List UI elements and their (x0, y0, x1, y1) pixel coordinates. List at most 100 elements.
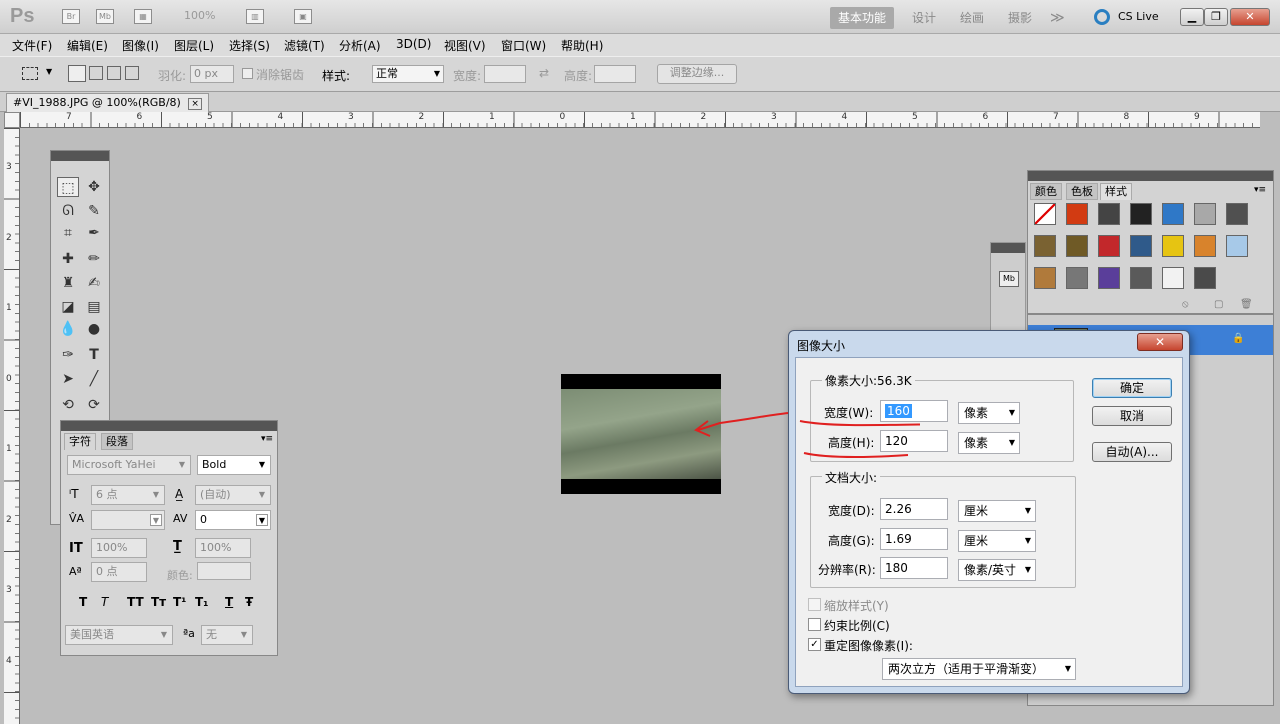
width-input[interactable] (484, 65, 526, 83)
height-input[interactable] (594, 65, 636, 83)
tool-preset-dropdown-icon[interactable]: ▼ (46, 67, 52, 76)
doc-height-input[interactable]: 1.69 (880, 528, 948, 550)
resolution-unit-select[interactable]: 像素/英寸 ▼ (958, 559, 1036, 581)
intersect-selection-icon[interactable] (125, 66, 139, 80)
menu-filter[interactable]: 滤镜(T) (284, 37, 325, 54)
eyedropper-tool-icon[interactable]: ✒ (83, 223, 105, 243)
dialog-close-button[interactable]: ✕ (1137, 333, 1183, 351)
tab-color[interactable]: 颜色 (1030, 183, 1062, 200)
marquee-tool-icon[interactable] (22, 67, 38, 80)
style-swatch[interactable] (1162, 267, 1184, 289)
vertical-scale-field[interactable]: 100% (91, 538, 147, 558)
horizontal-scale-field[interactable]: 100% (195, 538, 251, 558)
menu-3d[interactable]: 3D(D) (396, 37, 431, 51)
menu-window[interactable]: 窗口(W) (501, 37, 546, 54)
style-swatch[interactable] (1194, 267, 1216, 289)
brush-tool-icon[interactable]: ✏ (83, 249, 105, 269)
healing-tool-icon[interactable]: ✚ (57, 249, 79, 269)
doc-width-input[interactable]: 2.26 (880, 498, 948, 520)
minibridge-icon[interactable]: Mb (96, 9, 114, 24)
pixel-width-unit-select[interactable]: 像素 ▼ (958, 402, 1020, 424)
more-workspaces-icon[interactable]: ≫ (1042, 7, 1073, 29)
auto-button[interactable]: 自动(A)... (1092, 442, 1172, 462)
style-swatch[interactable] (1098, 235, 1120, 257)
faux-bold-button[interactable]: T (79, 595, 87, 609)
ok-button[interactable]: 确定 (1092, 378, 1172, 398)
arrange-documents-icon[interactable]: ▥ (246, 9, 264, 24)
menu-edit[interactable]: 编辑(E) (67, 37, 108, 54)
language-select[interactable]: 美国英语 ▼ (65, 625, 173, 645)
menu-analysis[interactable]: 分析(A) (339, 37, 381, 54)
menu-view[interactable]: 视图(V) (444, 37, 486, 54)
stamp-tool-icon[interactable]: ♜ (57, 273, 79, 293)
blur-tool-icon[interactable]: 💧 (57, 319, 79, 339)
style-swatch[interactable] (1066, 235, 1088, 257)
style-swatch[interactable] (1034, 267, 1056, 289)
panel-header[interactable] (51, 151, 109, 161)
menu-select[interactable]: 选择(S) (229, 37, 270, 54)
style-swatch[interactable] (1226, 235, 1248, 257)
style-swatch[interactable] (1162, 235, 1184, 257)
line-tool-icon[interactable]: ╱ (83, 369, 105, 389)
lasso-tool-icon[interactable]: ᘏ (57, 201, 79, 221)
add-selection-icon[interactable] (89, 66, 103, 80)
close-tab-icon[interactable]: × (188, 98, 202, 110)
menu-layer[interactable]: 图层(L) (174, 37, 214, 54)
superscript-button[interactable]: T¹ (173, 595, 186, 609)
gradient-tool-icon[interactable]: ▤ (83, 297, 105, 317)
dialog-title-bar[interactable]: 图像大小 ✕ (789, 331, 1189, 357)
style-swatch[interactable] (1098, 267, 1120, 289)
bridge-icon[interactable]: Br (62, 9, 80, 24)
style-swatch[interactable] (1194, 203, 1216, 225)
style-swatch[interactable] (1130, 267, 1152, 289)
pixel-height-unit-select[interactable]: 像素 ▼ (958, 432, 1020, 454)
eraser-tool-icon[interactable]: ◪ (57, 297, 79, 317)
menu-file[interactable]: 文件(F) (12, 37, 52, 54)
font-family-select[interactable]: Microsoft YaHei ▼ (67, 455, 191, 475)
3d-orbit-tool-icon[interactable]: ⟳ (83, 395, 105, 415)
tab-character[interactable]: 字符 (64, 433, 96, 450)
doc-height-unit-select[interactable]: 厘米 ▼ (958, 530, 1036, 552)
style-swatch[interactable] (1034, 203, 1056, 225)
path-select-tool-icon[interactable]: ➤ (57, 369, 79, 389)
dodge-tool-icon[interactable]: ● (83, 319, 105, 339)
all-caps-button[interactable]: TT (127, 595, 144, 609)
style-swatch[interactable] (1130, 203, 1152, 225)
view-extras-icon[interactable]: ▦ (134, 9, 152, 24)
new-selection-icon[interactable] (68, 65, 86, 82)
color-swatch[interactable] (197, 562, 251, 580)
zoom-level[interactable]: 100% (184, 9, 215, 22)
strikethrough-button[interactable]: Ŧ (245, 595, 253, 609)
panel-header[interactable] (1028, 171, 1273, 181)
baseline-shift-field[interactable]: 0 点 (91, 562, 147, 582)
scale-styles-checkbox[interactable] (808, 598, 821, 611)
close-app-button[interactable]: ✕ (1230, 8, 1270, 26)
style-swatch[interactable] (1066, 267, 1088, 289)
feather-input[interactable]: 0 px (190, 65, 234, 83)
small-caps-button[interactable]: Tт (151, 595, 166, 609)
screen-mode-icon[interactable]: ▣ (294, 9, 312, 24)
style-swatch[interactable] (1162, 203, 1184, 225)
resample-method-select[interactable]: 两次立方（适用于平滑渐变） ▼ (882, 658, 1076, 680)
subscript-button[interactable]: T₁ (195, 595, 208, 609)
antialias-select[interactable]: 无 ▼ (201, 625, 253, 645)
new-style-icon[interactable]: ▢ (1214, 299, 1223, 310)
underline-button[interactable]: T (225, 595, 233, 609)
tab-styles[interactable]: 样式 (1100, 183, 1132, 200)
history-brush-tool-icon[interactable]: ✍ (83, 273, 105, 293)
cancel-button[interactable]: 取消 (1092, 406, 1172, 426)
font-style-select[interactable]: Bold ▼ (197, 455, 271, 475)
style-swatch[interactable] (1194, 235, 1216, 257)
leading-field[interactable]: (自动) ▼ (195, 485, 271, 505)
tab-paragraph[interactable]: 段落 (101, 433, 133, 450)
faux-italic-button[interactable]: T (101, 595, 108, 609)
swap-icon[interactable]: ⇄ (539, 66, 549, 80)
antialias-checkbox[interactable] (242, 68, 253, 79)
panel-header[interactable] (991, 243, 1025, 253)
constrain-proportions-checkbox[interactable] (808, 618, 821, 631)
delete-style-icon[interactable]: ⦸ (1182, 299, 1189, 310)
restore-button[interactable]: ❐ (1204, 8, 1228, 26)
panel-header[interactable] (61, 421, 277, 431)
doc-width-unit-select[interactable]: 厘米 ▼ (958, 500, 1036, 522)
3d-rotate-tool-icon[interactable]: ⟲ (57, 395, 79, 415)
